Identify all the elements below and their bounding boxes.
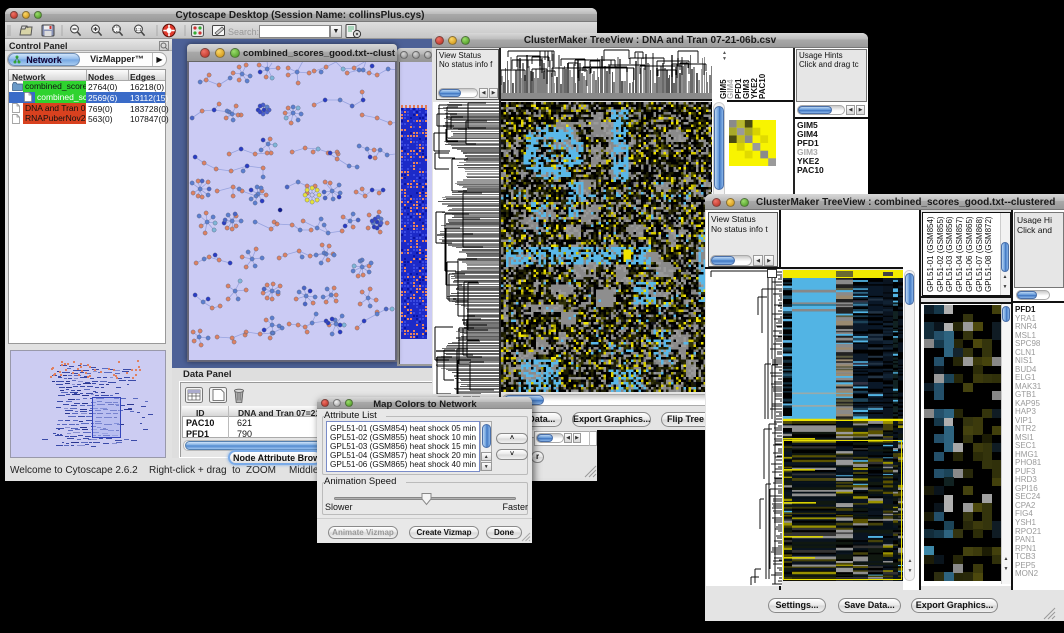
svg-text:1:1: 1:1: [135, 27, 142, 32]
